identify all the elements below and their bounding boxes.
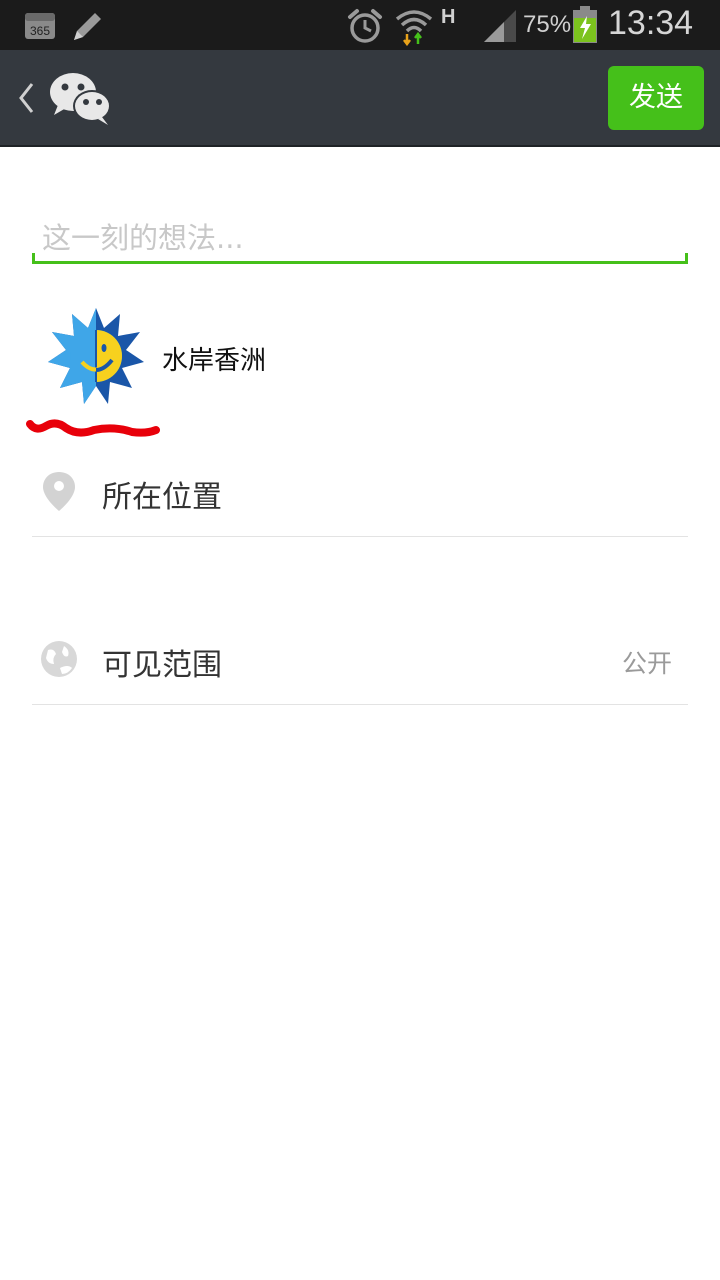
location-label: 所在位置 bbox=[102, 480, 222, 515]
action-bar: 发送 bbox=[0, 50, 720, 147]
alarm-icon bbox=[346, 7, 384, 45]
status-bar: 365 H 75% 13:34 bbox=[0, 0, 720, 50]
avatar[interactable] bbox=[44, 304, 148, 408]
back-button[interactable] bbox=[14, 80, 40, 116]
red-scribble-mark bbox=[24, 412, 164, 442]
user-name: 水岸香洲 bbox=[162, 346, 267, 376]
thought-input[interactable]: 这一刻的想法... bbox=[32, 205, 688, 264]
thought-input-placeholder: 这一刻的想法... bbox=[42, 221, 244, 255]
location-row[interactable]: 所在位置 bbox=[32, 446, 688, 537]
location-pin-icon bbox=[40, 470, 78, 512]
signal-icon bbox=[482, 8, 518, 44]
chevron-left-icon bbox=[19, 83, 34, 113]
calendar-day-text: 365 bbox=[30, 24, 50, 38]
visibility-row[interactable]: 可见范围 公开 bbox=[32, 614, 688, 705]
visibility-value: 公开 bbox=[621, 649, 672, 678]
clock-text: 13:34 bbox=[608, 4, 694, 42]
pencil-icon bbox=[70, 8, 106, 44]
visibility-label: 可见范围 bbox=[102, 648, 222, 683]
battery-percent-text: 75% bbox=[523, 11, 572, 38]
wifi-icon bbox=[394, 6, 434, 47]
calendar-icon: 365 bbox=[24, 10, 56, 40]
network-type-text: H bbox=[441, 6, 456, 28]
wechat-logo-icon bbox=[48, 70, 114, 128]
send-button[interactable]: 发送 bbox=[608, 66, 704, 130]
globe-icon bbox=[40, 638, 78, 680]
battery-charging-icon bbox=[572, 6, 598, 44]
